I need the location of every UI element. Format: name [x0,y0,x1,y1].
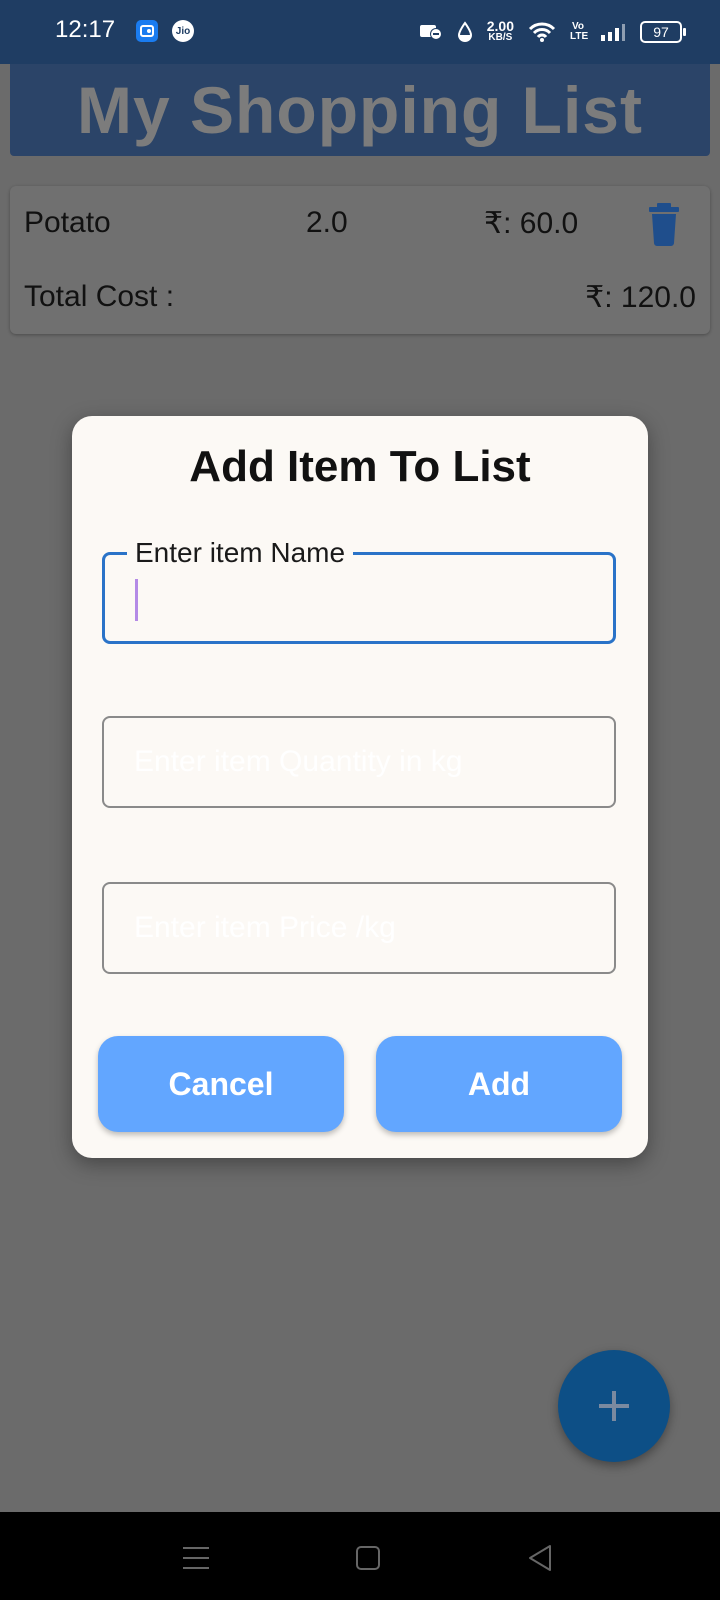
dialog-title: Add Item To List [189,442,531,491]
item-price-input[interactable] [104,884,614,972]
notification-app-icon [136,20,158,42]
item-name: Potato [24,206,111,239]
status-icons: 2.00 KB/S Vo LTE 97 [419,14,686,50]
trash-icon [649,203,679,246]
volte-label: Vo LTE [570,21,589,42]
item-quantity-input[interactable] [104,718,614,806]
delete-item-button[interactable] [646,202,682,246]
back-icon [529,1545,551,1571]
add-item-dialog: Add Item To List Enter item Name Cancel … [72,416,648,1158]
network-speed-unit: KB/S [488,32,513,43]
wifi-icon [528,22,556,42]
plus-icon [599,1391,629,1421]
item-name-field[interactable]: Enter item Name [102,537,616,644]
total-cost-value: ₹: 120.0 [585,281,696,314]
battery-icon: 97 [640,21,686,43]
menu-nav-button[interactable] [178,1540,214,1576]
shopping-list-card: Potato 2.0 ₹: 60.0 Total Cost : ₹: 120.0 [10,186,710,334]
home-icon [356,1546,380,1570]
jio-label: Jio [175,25,191,37]
add-button[interactable]: Add [376,1036,622,1132]
navigation-bar [0,1512,720,1600]
page-title: My Shopping List [77,73,643,147]
list-item: Potato 2.0 ₹: 60.0 [24,203,696,256]
home-nav-button[interactable] [350,1540,386,1576]
add-item-fab[interactable] [558,1350,670,1462]
item-quantity: 2.0 [306,206,348,239]
item-price-field[interactable] [102,882,616,974]
status-bar: 12:17 Jio 2.00 KB/S Vo LTE 97 [0,0,720,64]
app-bar: My Shopping List [10,64,710,156]
battery-level: 97 [653,24,669,40]
signal-icon [601,24,625,41]
status-time: 12:17 [55,16,116,43]
item-quantity-field[interactable] [102,716,616,808]
data-saver-icon [457,21,472,42]
item-price: ₹: 60.0 [484,207,579,240]
dnd-card-icon [419,25,442,40]
network-speed: 2.00 KB/S [487,19,514,44]
total-cost-label: Total Cost : [24,280,175,313]
item-name-input[interactable] [105,555,613,641]
cancel-button[interactable]: Cancel [98,1036,344,1132]
back-nav-button[interactable] [522,1540,558,1576]
jio-icon: Jio [172,20,194,42]
menu-icon [183,1547,209,1569]
